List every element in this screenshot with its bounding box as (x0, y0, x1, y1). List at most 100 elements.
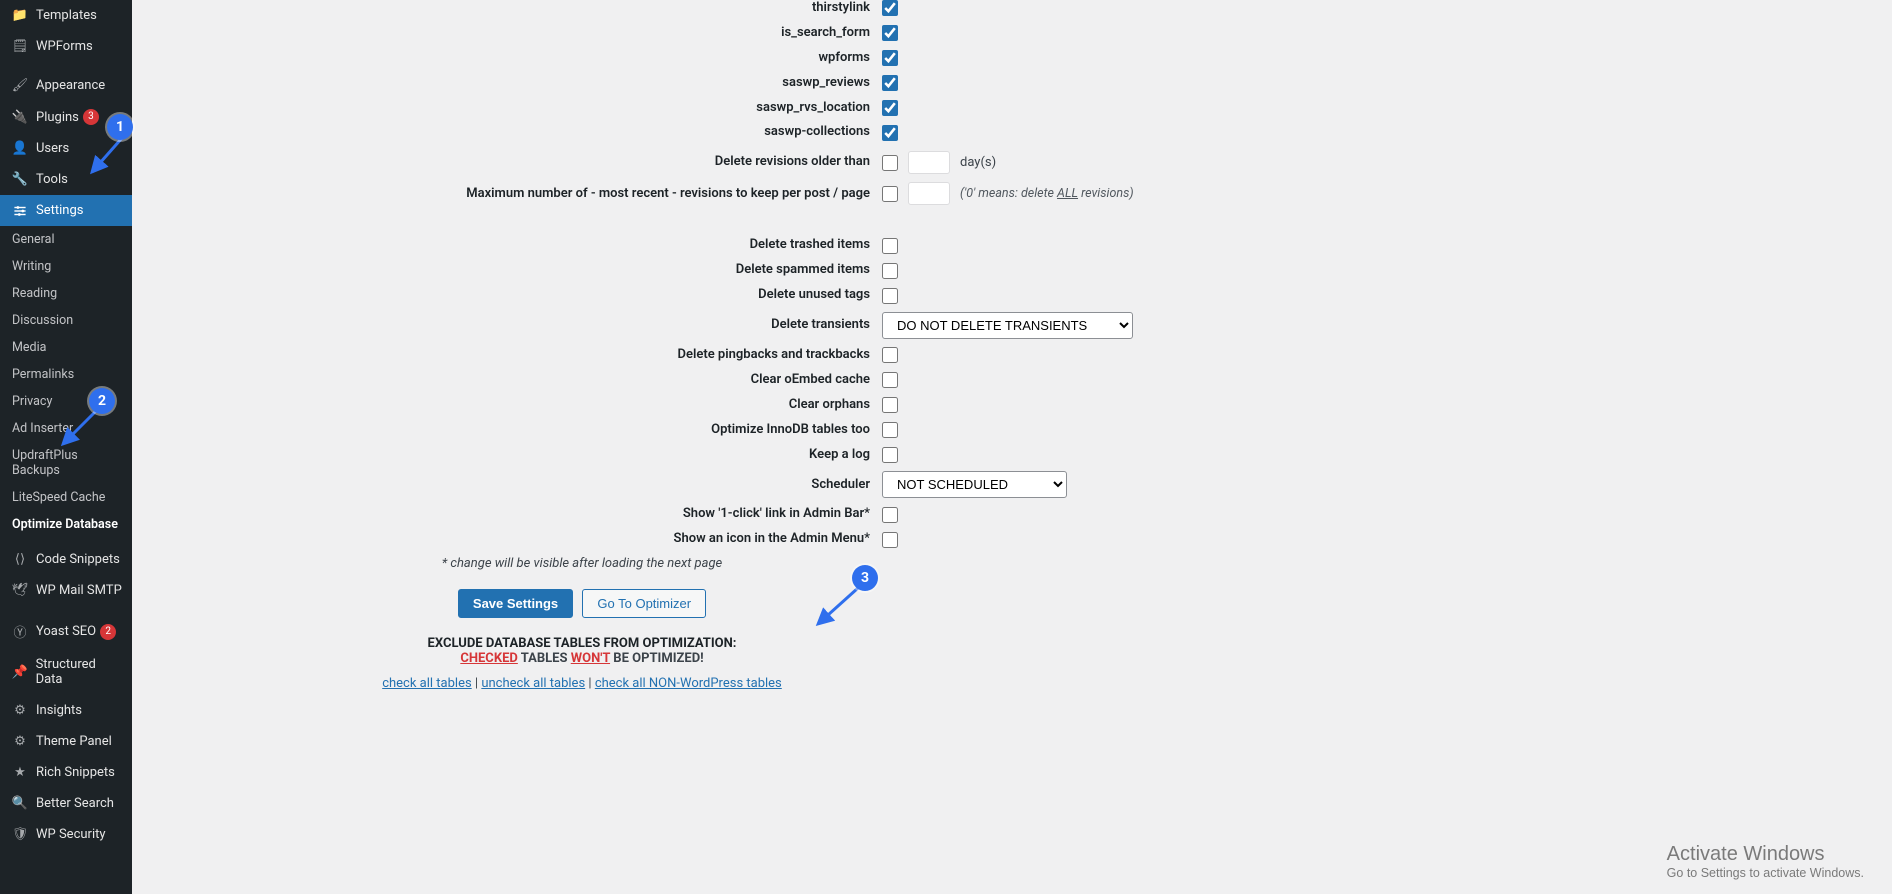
sidebar-sub-writing[interactable]: Writing (0, 253, 132, 280)
wrench-icon: 🔧 (10, 172, 30, 187)
main-content: thirstylink is_search_form wpforms saswp… (132, 0, 1892, 894)
folder-icon: 📁 (10, 8, 30, 23)
sidebar-item-appearance[interactable]: 🖌 Appearance (0, 70, 132, 101)
sidebar-item-wpforms[interactable]: 🗒 WPForms (0, 31, 132, 62)
clear-oembed-label: Clear oEmbed cache (152, 372, 882, 389)
windows-activation-watermark: Activate Windows Go to Settings to activ… (1667, 843, 1864, 880)
user-icon: 👤 (10, 141, 30, 156)
sidebar-item-label: Appearance (36, 78, 105, 93)
sidebar-sub-reading[interactable]: Reading (0, 280, 132, 307)
posttype-checkbox-is-search-form[interactable] (882, 25, 898, 41)
show-icon-checkbox[interactable] (882, 532, 898, 548)
max-revisions-input[interactable] (908, 182, 950, 205)
sidebar-item-theme-panel[interactable]: ⚙ Theme Panel (0, 726, 132, 757)
posttype-checkbox-saswp-reviews[interactable] (882, 75, 898, 91)
max-revisions-hint: ('0' means: delete ALL revisions) (960, 186, 1134, 201)
sidebar-item-label: Settings (36, 203, 83, 218)
posttype-checkbox-saswp-collections[interactable] (882, 125, 898, 141)
delete-pingbacks-label: Delete pingbacks and trackbacks (152, 347, 882, 364)
posttype-label-saswp-reviews: saswp_reviews (152, 75, 882, 92)
sidebar-item-label: Plugins (36, 110, 79, 125)
annotation-arrow-3 (812, 582, 864, 632)
sidebar-sub-general[interactable]: General (0, 226, 132, 253)
keep-log-checkbox[interactable] (882, 447, 898, 463)
show-1click-checkbox[interactable] (882, 507, 898, 523)
save-settings-button[interactable]: Save Settings (458, 589, 573, 618)
bird-icon: 🕊 (10, 583, 30, 598)
delete-revisions-checkbox[interactable] (882, 155, 898, 171)
scheduler-label: Scheduler (152, 477, 882, 494)
sidebar-item-code-snippets[interactable]: ⟨⟩ Code Snippets (0, 544, 132, 575)
delete-pingbacks-checkbox[interactable] (882, 347, 898, 363)
sidebar-item-structured[interactable]: 📌 Structured Data (0, 649, 132, 695)
sidebar-item-label: Insights (36, 703, 82, 718)
brush-icon: 🖌 (10, 78, 30, 93)
keep-log-label: Keep a log (152, 447, 882, 464)
sidebar-item-settings[interactable]: Settings (0, 195, 132, 226)
uncheck-all-tables-link[interactable]: uncheck all tables (481, 676, 585, 691)
sliders-icon (10, 204, 30, 218)
max-revisions-label: Maximum number of - most recent - revisi… (152, 186, 882, 202)
posttype-label-thirstylink: thirstylink (152, 0, 882, 17)
sidebar-sub-permalinks[interactable]: Permalinks (0, 361, 132, 388)
delete-unused-tags-checkbox[interactable] (882, 288, 898, 304)
clear-oembed-checkbox[interactable] (882, 372, 898, 388)
sidebar-item-yoast[interactable]: Ⓨ Yoast SEO 2 (0, 614, 132, 649)
clear-orphans-checkbox[interactable] (882, 397, 898, 413)
yoast-badge: 2 (100, 624, 116, 640)
change-note: * change will be visible after loading t… (152, 556, 1012, 571)
sidebar-item-rich-snippets[interactable]: ★ Rich Snippets (0, 757, 132, 788)
posttype-checkbox-thirstylink[interactable] (882, 0, 898, 16)
sidebar-item-label: WPForms (36, 39, 93, 54)
show-icon-label: Show an icon in the Admin Menu* (152, 531, 882, 548)
delete-transients-select[interactable]: DO NOT DELETE TRANSIENTS (882, 312, 1133, 339)
pin-icon: 📌 (10, 665, 30, 680)
sidebar-item-insights[interactable]: ⚙ Insights (0, 695, 132, 726)
annotation-1: 1 (107, 114, 133, 140)
delete-trashed-label: Delete trashed items (152, 237, 882, 254)
sidebar-item-wp-security[interactable]: 🛡 WP Security (0, 819, 132, 850)
watermark-title: Activate Windows (1667, 843, 1864, 866)
delete-spammed-checkbox[interactable] (882, 263, 898, 279)
sidebar-sub-optimize[interactable]: Optimize Database (0, 511, 132, 538)
delete-transients-label: Delete transients (152, 317, 882, 334)
delete-trashed-checkbox[interactable] (882, 238, 898, 254)
scheduler-select[interactable]: NOT SCHEDULED (882, 471, 1067, 498)
check-nonwp-tables-link[interactable]: check all NON-WordPress tables (595, 676, 782, 691)
optimize-innodb-checkbox[interactable] (882, 422, 898, 438)
form-icon: 🗒 (10, 39, 30, 54)
sidebar-item-better-search[interactable]: 🔍 Better Search (0, 788, 132, 819)
annotation-2: 2 (89, 388, 115, 414)
sidebar-item-label: Code Snippets (36, 552, 120, 567)
delete-revisions-label: Delete revisions older than (152, 154, 882, 171)
sidebar-item-templates[interactable]: 📁 Templates (0, 0, 132, 31)
exclude-heading: EXCLUDE DATABASE TABLES FROM OPTIMIZATIO… (152, 636, 1012, 651)
sidebar-item-label: Theme Panel (36, 734, 112, 749)
posttype-label-wpforms: wpforms (152, 50, 882, 67)
exclude-subheading: CHECKED TABLES WON'T BE OPTIMIZED! (152, 651, 1012, 666)
sidebar-item-wp-mail[interactable]: 🕊 WP Mail SMTP (0, 575, 132, 606)
sidebar-item-label: Templates (36, 8, 97, 23)
gear-icon: ⚙ (10, 734, 30, 749)
max-revisions-checkbox[interactable] (882, 186, 898, 202)
sidebar-sub-discussion[interactable]: Discussion (0, 307, 132, 334)
posttype-label-saswp-collections: saswp-collections (152, 124, 882, 141)
posttype-checkbox-saswp-rvs-location[interactable] (882, 100, 898, 116)
yoast-icon: Ⓨ (10, 622, 30, 641)
exclude-links: check all tables | uncheck all tables | … (152, 676, 1012, 691)
sidebar-item-label: Yoast SEO (36, 624, 96, 639)
posttype-label-is-search-form: is_search_form (152, 25, 882, 42)
search-icon: 🔍 (10, 796, 30, 811)
check-all-tables-link[interactable]: check all tables (382, 676, 471, 691)
goto-optimizer-button[interactable]: Go To Optimizer (582, 589, 706, 618)
show-1click-label: Show '1-click' link in Admin Bar* (152, 506, 882, 523)
posttype-checkbox-wpforms[interactable] (882, 50, 898, 66)
sidebar-item-label: Users (36, 141, 69, 156)
delete-revisions-days-input[interactable] (908, 151, 950, 174)
sidebar-item-label: WP Security (36, 827, 106, 842)
posttype-label-saswp-rvs-location: saswp_rvs_location (152, 100, 882, 117)
sidebar-sub-media[interactable]: Media (0, 334, 132, 361)
gear-icon: ⚙ (10, 703, 30, 718)
sidebar-sub-litespeed[interactable]: LiteSpeed Cache (0, 484, 132, 511)
sidebar-item-label: Structured Data (36, 657, 124, 687)
